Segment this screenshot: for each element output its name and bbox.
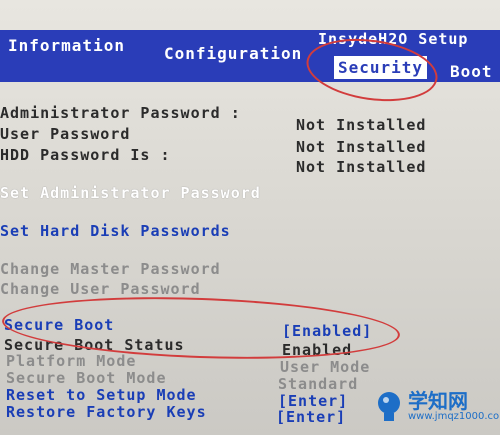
tab-boot[interactable]: Boot	[446, 60, 497, 83]
secure-boot-mode-value: Standard	[278, 375, 359, 393]
set-admin-password-item[interactable]: Set Administrator Password	[0, 184, 261, 202]
user-password-value: Not Installed	[296, 138, 427, 156]
change-user-password-item: Change User Password	[0, 280, 201, 298]
watermark-title: 学知网	[408, 389, 468, 413]
watermark-url: www.jmqz1000.com	[408, 411, 500, 422]
bios-screen: InsydeH2O Setup Information Configuratio…	[0, 0, 500, 435]
hdd-password-label: HDD Password Is :	[0, 146, 171, 164]
restore-factory-keys-item[interactable]: Restore Factory Keys	[6, 403, 207, 421]
reset-setup-mode-item[interactable]: Reset to Setup Mode	[6, 386, 197, 404]
admin-password-label: Administrator Password :	[0, 104, 241, 122]
platform-mode-label: Platform Mode	[6, 352, 137, 370]
admin-password-value: Not Installed	[296, 116, 427, 134]
change-master-password-item: Change Master Password	[0, 260, 221, 278]
hdd-password-value: Not Installed	[296, 158, 427, 176]
tab-configuration[interactable]: Configuration	[160, 42, 306, 65]
watermark: 学知网 www.jmqz1000.com	[374, 383, 500, 431]
restore-factory-keys-value[interactable]: [Enter]	[276, 408, 346, 426]
tab-information[interactable]: Information	[4, 34, 129, 57]
secure-boot-mode-label: Secure Boot Mode	[6, 369, 167, 387]
user-password-label: User Password	[0, 125, 131, 143]
lightbulb-icon	[378, 392, 400, 421]
set-hdd-passwords-item[interactable]: Set Hard Disk Passwords	[0, 222, 231, 240]
platform-mode-value: User Mode	[280, 358, 371, 376]
